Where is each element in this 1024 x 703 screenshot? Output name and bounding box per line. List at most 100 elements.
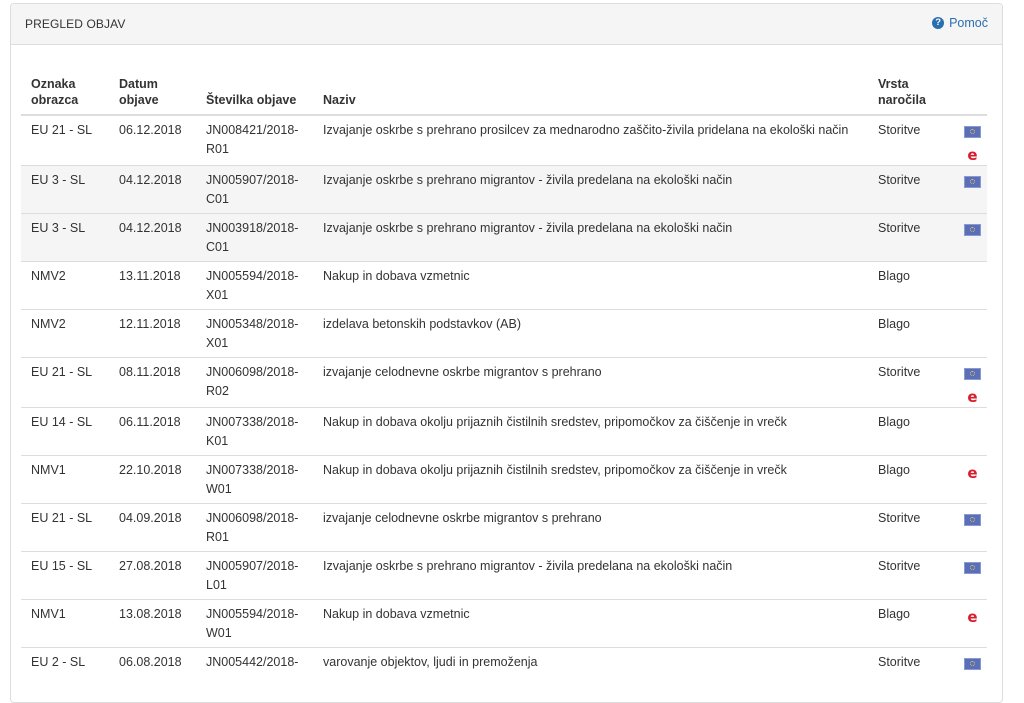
cell-icons: e [958, 599, 987, 648]
cell-datum: 06.11.2018 [109, 407, 196, 456]
cell-oznaka: EU 21 - SL [21, 503, 109, 552]
cell-stevilka: JN005594/2018- W01 [196, 599, 313, 648]
table-row[interactable]: EU 14 - SL 06.11.2018 JN007338/2018- K01 Nak… [21, 407, 987, 456]
e-procurement-icon[interactable]: e [966, 610, 979, 625]
eu-flag-icon[interactable] [964, 514, 981, 526]
cell-icons: e [958, 357, 987, 408]
cell-naziv[interactable]: Izvajanje oskrbe s prehrano migrantov - … [313, 165, 868, 214]
table-row[interactable]: EU 2 - SL 06.08.2018 JN005442/2018- varovan… [21, 647, 987, 696]
cell-datum: 12.11.2018 [109, 309, 196, 358]
cell-datum: 04.12.2018 [109, 165, 196, 214]
cell-naziv[interactable]: izvajanje celodnevne oskrbe migrantov s … [313, 503, 868, 552]
cell-vrsta: Blago [868, 407, 958, 456]
cell-oznaka: EU 15 - SL [21, 551, 109, 600]
stevilka-line-2: R02 [206, 384, 229, 398]
stevilka-line-2: X01 [206, 336, 229, 350]
eu-flag-icon[interactable] [964, 562, 981, 574]
cell-oznaka: NMV1 [21, 599, 109, 648]
e-procurement-icon[interactable]: e [966, 390, 979, 405]
help-link[interactable]: ? Pomoč [932, 16, 988, 30]
column-header-oznaka[interactable]: Oznaka obrazca [21, 72, 109, 116]
panel-title: PREGLED OBJAV [25, 17, 126, 31]
stevilka-line-2: R01 [206, 142, 229, 156]
panel-header: PREGLED OBJAV ? Pomoč [11, 4, 1002, 45]
cell-icons [958, 165, 987, 214]
cell-icons [958, 647, 987, 696]
e-procurement-icon[interactable]: e [966, 148, 979, 163]
table-row[interactable]: EU 21 - SL 04.09.2018 JN006098/2018- R01 izv… [21, 503, 987, 552]
table-row[interactable]: NMV2 13.11.2018 JN005594/2018- X01 Nakup in … [21, 261, 987, 310]
table-row[interactable]: EU 3 - SL 04.12.2018 JN003918/2018- C01 Izva… [21, 213, 987, 262]
cell-vrsta: Storitve [868, 213, 958, 262]
cell-icons [958, 213, 987, 262]
cell-stevilka: JN005907/2018- C01 [196, 165, 313, 214]
cell-icons: e [958, 455, 987, 504]
cell-oznaka: NMV2 [21, 309, 109, 358]
stevilka-line-2: W01 [206, 626, 232, 640]
cell-naziv[interactable]: Nakup in dobava vzmetnic [313, 599, 868, 648]
stevilka-line-1: JN005348/2018- [206, 317, 299, 331]
table-row[interactable]: NMV1 13.08.2018 JN005594/2018- W01 Nakup in … [21, 599, 987, 648]
cell-naziv[interactable]: izdelava betonskih podstavkov (AB) [313, 309, 868, 358]
cell-vrsta: Storitve [868, 551, 958, 600]
stevilka-line-2: R01 [206, 530, 229, 544]
eu-flag-icon[interactable] [964, 126, 981, 138]
cell-vrsta: Storitve [868, 503, 958, 552]
cell-stevilka: JN003918/2018- C01 [196, 213, 313, 262]
cell-naziv[interactable]: izvajanje celodnevne oskrbe migrantov s … [313, 357, 868, 408]
column-header-datum[interactable]: Datum objave [109, 72, 196, 116]
stevilka-line-1: JN005594/2018- [206, 269, 299, 283]
stevilka-line-1: JN007338/2018- [206, 415, 299, 429]
cell-stevilka: JN005907/2018- L01 [196, 551, 313, 600]
cell-vrsta: Storitve [868, 647, 958, 696]
help-label: Pomoč [949, 16, 988, 30]
cell-icons [958, 261, 987, 310]
cell-stevilka: JN005348/2018- X01 [196, 309, 313, 358]
eu-flag-icon[interactable] [964, 368, 981, 380]
cell-naziv[interactable]: Izvajanje oskrbe s prehrano migrantov - … [313, 213, 868, 262]
table-row[interactable]: EU 15 - SL 27.08.2018 JN005907/2018- L01 Izv… [21, 551, 987, 600]
table-body: EU 21 - SL 06.12.2018 JN008421/2018- R01 Izv… [21, 115, 987, 696]
table-row[interactable]: EU 3 - SL 04.12.2018 JN005907/2018- C01 Izva… [21, 165, 987, 214]
cell-naziv[interactable]: Izvajanje oskrbe s prehrano migrantov - … [313, 551, 868, 600]
cell-oznaka: EU 3 - SL [21, 213, 109, 262]
cell-naziv[interactable]: varovanje objektov, ljudi in premoženja [313, 647, 868, 696]
cell-oznaka: EU 21 - SL [21, 357, 109, 408]
cell-icons: e [958, 115, 987, 166]
cell-vrsta: Blago [868, 261, 958, 310]
table-row[interactable]: NMV1 22.10.2018 JN007338/2018- W01 Nakup in … [21, 455, 987, 504]
cell-datum: 06.12.2018 [119, 123, 182, 137]
cell-stevilka: JN008421/2018- R01 [196, 115, 313, 166]
eu-flag-icon[interactable] [964, 658, 981, 670]
cell-vrsta: Blago [868, 599, 958, 648]
cell-naziv[interactable]: Nakup in dobava okolju prijaznih čistiln… [313, 407, 868, 456]
column-header-stevilka[interactable]: Številka objave [196, 72, 313, 116]
question-circle-icon: ? [932, 17, 945, 29]
cell-oznaka: NMV2 [21, 261, 109, 310]
cell-datum: 27.08.2018 [109, 551, 196, 600]
cell-datum: 04.09.2018 [109, 503, 196, 552]
cell-oznaka: EU 14 - SL [21, 407, 109, 456]
stevilka-line-1: JN005907/2018- [206, 559, 299, 573]
cell-vrsta: Storitve [878, 123, 921, 137]
cell-naziv[interactable]: Nakup in dobava okolju prijaznih čistiln… [313, 455, 868, 504]
stevilka-line-1: JN006098/2018- [206, 365, 299, 379]
column-header-naziv[interactable]: Naziv [313, 72, 868, 116]
cell-datum: 04.12.2018 [109, 213, 196, 262]
notices-panel: PREGLED OBJAV ? Pomoč Oznaka obrazca Dat… [10, 3, 1003, 703]
eu-flag-icon[interactable] [964, 176, 981, 188]
table-row[interactable]: EU 21 - SL 06.12.2018 JN008421/2018- R01 Izv… [21, 115, 987, 166]
cell-naziv[interactable]: Izvajanje oskrbe s prehrano prosilcev za… [313, 115, 868, 166]
cell-naziv[interactable]: Nakup in dobava vzmetnic [313, 261, 868, 310]
stevilka-line-2: C01 [206, 192, 229, 206]
cell-oznaka: EU 2 - SL [21, 647, 109, 696]
table-row[interactable]: EU 21 - SL 08.11.2018 JN006098/2018- R02 izv… [21, 357, 987, 408]
column-header-vrsta[interactable]: Vrsta naročila [868, 72, 958, 116]
eu-flag-icon[interactable] [964, 224, 981, 236]
stevilka-line-1: JN005442/2018- [206, 655, 299, 669]
cell-stevilka: JN005442/2018- [196, 647, 313, 696]
table-row[interactable]: NMV2 12.11.2018 JN005348/2018- X01 izdelava … [21, 309, 987, 358]
notices-table: Oznaka obrazca Datum objave Številka obj… [21, 72, 987, 696]
cell-datum: 13.08.2018 [109, 599, 196, 648]
e-procurement-icon[interactable]: e [966, 466, 979, 481]
